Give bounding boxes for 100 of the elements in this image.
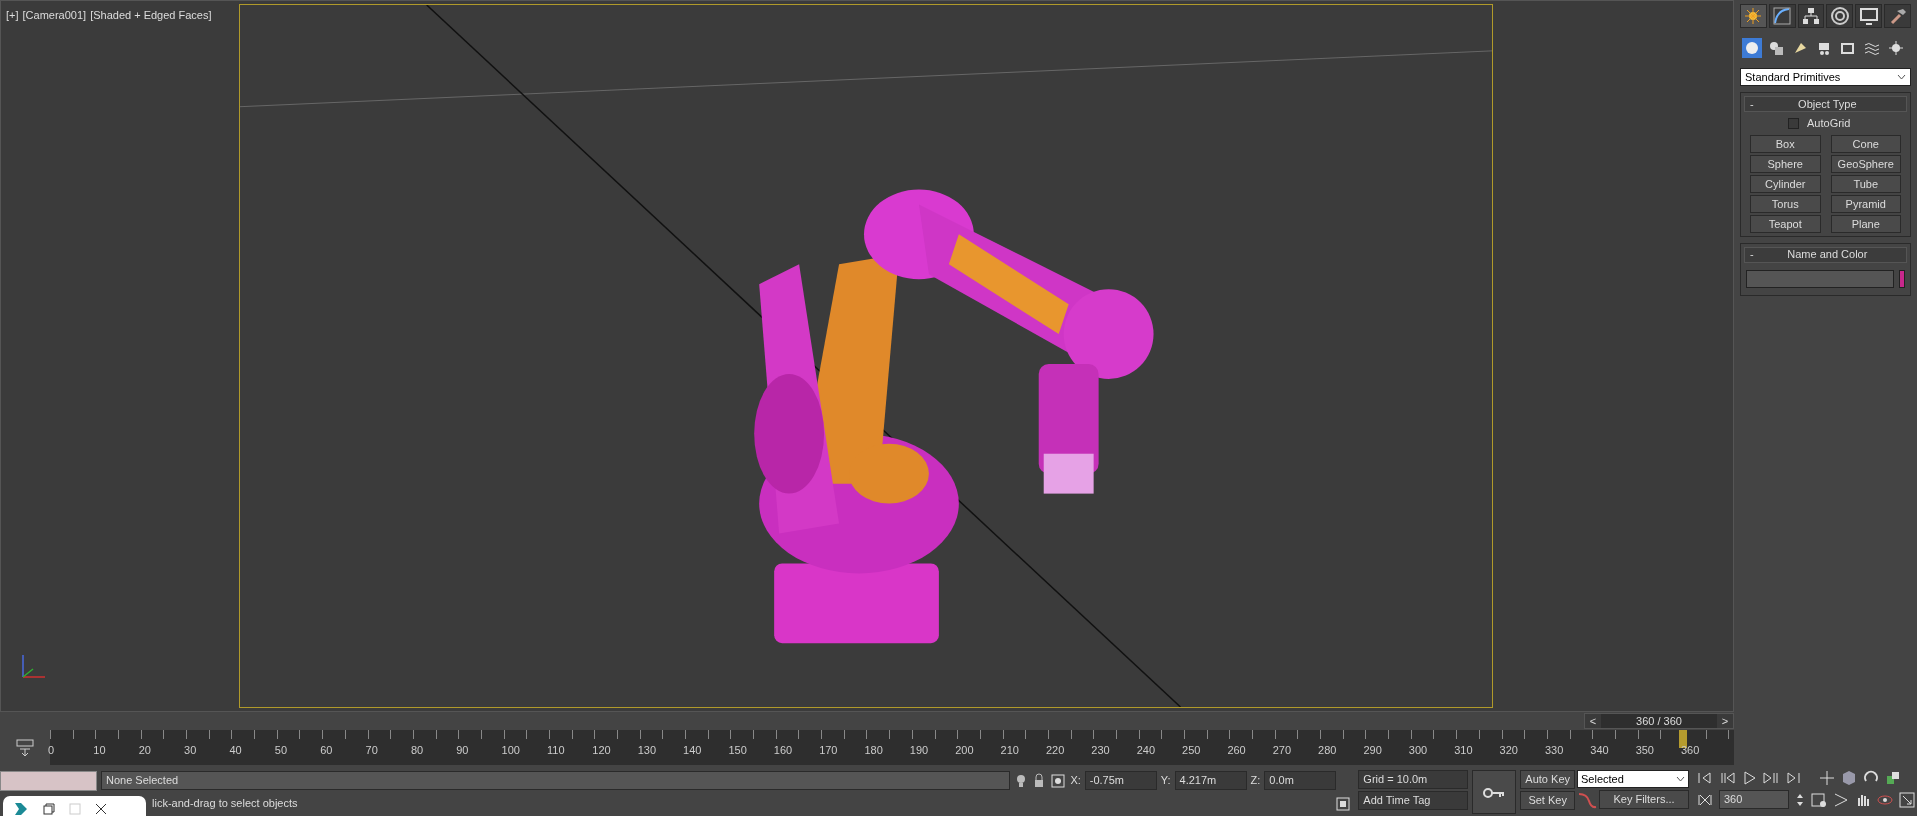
set-key-button[interactable]: [1472, 770, 1517, 814]
viewport-label[interactable]: [Camera001]: [22, 7, 87, 24]
play-icon[interactable]: [1741, 770, 1757, 786]
frame-number: 0: [48, 743, 55, 758]
frame-number: 150: [728, 743, 747, 758]
primitive-button[interactable]: Tube: [1830, 174, 1901, 193]
panel-tab[interactable]: [1855, 4, 1883, 28]
maximize-viewport-icon[interactable]: [1899, 791, 1915, 808]
viewport-label[interactable]: [+]: [6, 7, 19, 24]
primitive-button[interactable]: Pyramid: [1830, 194, 1901, 213]
curve-icon: [1772, 6, 1793, 26]
panel-tab[interactable]: [1740, 4, 1767, 28]
rollout-header[interactable]: - Name and Color: [1744, 246, 1907, 263]
panel-tab[interactable]: [1826, 4, 1854, 28]
target-icon: [1829, 6, 1850, 26]
frame-number: 210: [1000, 743, 1019, 758]
category-dropdown[interactable]: Standard Primitives: [1740, 68, 1911, 86]
coordinate-field[interactable]: 4.217m: [1174, 771, 1247, 790]
next-frame-icon[interactable]: [1763, 770, 1779, 786]
key-filters-button[interactable]: Key Filters...: [1599, 790, 1689, 809]
frame-number: 20: [138, 743, 151, 758]
frame-number: 260: [1227, 743, 1246, 758]
timeline-toggle-icon[interactable]: [15, 738, 35, 757]
frame-number: 220: [1045, 743, 1065, 758]
chevron-icon: [1676, 776, 1685, 782]
frame-number: 90: [456, 743, 469, 758]
frame-number: 10: [93, 743, 106, 758]
frame-number: 280: [1318, 743, 1337, 758]
sun-icon: [1743, 6, 1764, 26]
layers-icon[interactable]: [1885, 770, 1901, 786]
primitive-button[interactable]: Torus: [1750, 194, 1821, 213]
coordinate-field[interactable]: -0.75m: [1084, 771, 1157, 790]
frame-number: 140: [683, 743, 702, 758]
app-icon[interactable]: [13, 800, 29, 816]
frame-number: 250: [1182, 743, 1201, 758]
frame-number: 300: [1408, 743, 1428, 758]
move-icon[interactable]: [1819, 770, 1835, 786]
auto-key-button[interactable]: Auto Key: [1520, 770, 1575, 789]
frame-number: 230: [1091, 743, 1110, 758]
primitive-button[interactable]: Cone: [1830, 134, 1901, 153]
coordinate-label: X:: [1070, 773, 1081, 789]
grid-field: Grid = 10.0m: [1358, 770, 1469, 789]
color-swatch[interactable]: [1899, 269, 1905, 288]
primitive-button[interactable]: Sphere: [1750, 154, 1821, 173]
close-icon[interactable]: [95, 802, 107, 815]
key-mode-dropdown[interactable]: Selected: [1577, 770, 1689, 788]
frame-number: 110: [546, 743, 565, 758]
frame-counter[interactable]: < 360 / 360 >: [1584, 713, 1734, 729]
prompt-text: lick-and-drag to select objects: [152, 796, 299, 812]
frame-number: 180: [864, 743, 883, 758]
restore-icon[interactable]: [43, 802, 55, 815]
primitive-button[interactable]: Box: [1750, 134, 1821, 153]
frame-number: 130: [637, 743, 657, 758]
go-to-start-icon[interactable]: [1697, 770, 1713, 786]
time-tag-field[interactable]: Add Time Tag: [1358, 791, 1469, 810]
frame-number: 80: [410, 743, 424, 758]
frame-number: 320: [1499, 743, 1518, 758]
frame-number: 330: [1544, 743, 1564, 758]
frame-number: 40: [229, 743, 242, 758]
panel-tab[interactable]: [1884, 4, 1911, 28]
frame-number: 270: [1272, 743, 1292, 758]
listener-field[interactable]: [0, 770, 97, 791]
viewport-label[interactable]: [Shaded + Edged Faces]: [90, 7, 212, 24]
selection-field: None Selected: [101, 771, 1011, 790]
field-of-view-icon[interactable]: [1833, 791, 1849, 808]
panel-tab[interactable]: [1797, 4, 1825, 28]
previous-frame-icon[interactable]: [1719, 770, 1735, 786]
frame-number: 160: [773, 743, 793, 758]
frame-number: 190: [909, 743, 929, 758]
frame-number: 310: [1454, 743, 1473, 758]
frame-number: 170: [819, 743, 838, 758]
rollout-header[interactable]: - Object Type: [1744, 96, 1907, 112]
cube-icon[interactable]: [1841, 770, 1857, 786]
primitive-button[interactable]: Cylinder: [1750, 174, 1821, 193]
coordinate-label: Y:: [1160, 773, 1171, 789]
frame-number: 120: [592, 743, 611, 758]
time-slider-thumb[interactable]: [1679, 730, 1687, 748]
frame-number: 340: [1590, 743, 1609, 758]
frame-number: 200: [955, 743, 974, 758]
frame-number: 60: [320, 743, 333, 758]
panel-tab[interactable]: [1768, 4, 1796, 28]
set-key-mode-button[interactable]: Set Key: [1520, 791, 1575, 810]
transform-mode-icon[interactable]: [1050, 772, 1067, 789]
primitive-button[interactable]: Plane: [1830, 214, 1901, 233]
primitive-button[interactable]: Teapot: [1750, 214, 1821, 233]
frame-number: 30: [184, 743, 197, 758]
monitor-icon: [1858, 6, 1879, 26]
frame-field[interactable]: 360: [1719, 790, 1789, 809]
hierarchy-icon: [1801, 6, 1822, 26]
frame-number: 240: [1136, 743, 1155, 758]
primitive-button[interactable]: GeoSphere: [1830, 154, 1901, 173]
key-icon: [1483, 786, 1506, 799]
checkbox[interactable]: [1788, 117, 1799, 129]
timeline-track[interactable]: 0 10 20 30 40 50 60 70 80 90 100 110 120 130 140 150 160 170 180 190 200 210 220 230 240 250 260 270 280 290 300 310 320 330 340 350 360: [50, 730, 1734, 765]
frame-number: 290: [1363, 743, 1382, 758]
coordinate-field[interactable]: 0.0m: [1264, 771, 1337, 790]
name-field[interactable]: [1746, 269, 1894, 288]
time-tag-icon[interactable]: [1336, 796, 1351, 811]
go-to-end-icon[interactable]: [1785, 770, 1801, 786]
frame-number: 100: [501, 743, 520, 758]
